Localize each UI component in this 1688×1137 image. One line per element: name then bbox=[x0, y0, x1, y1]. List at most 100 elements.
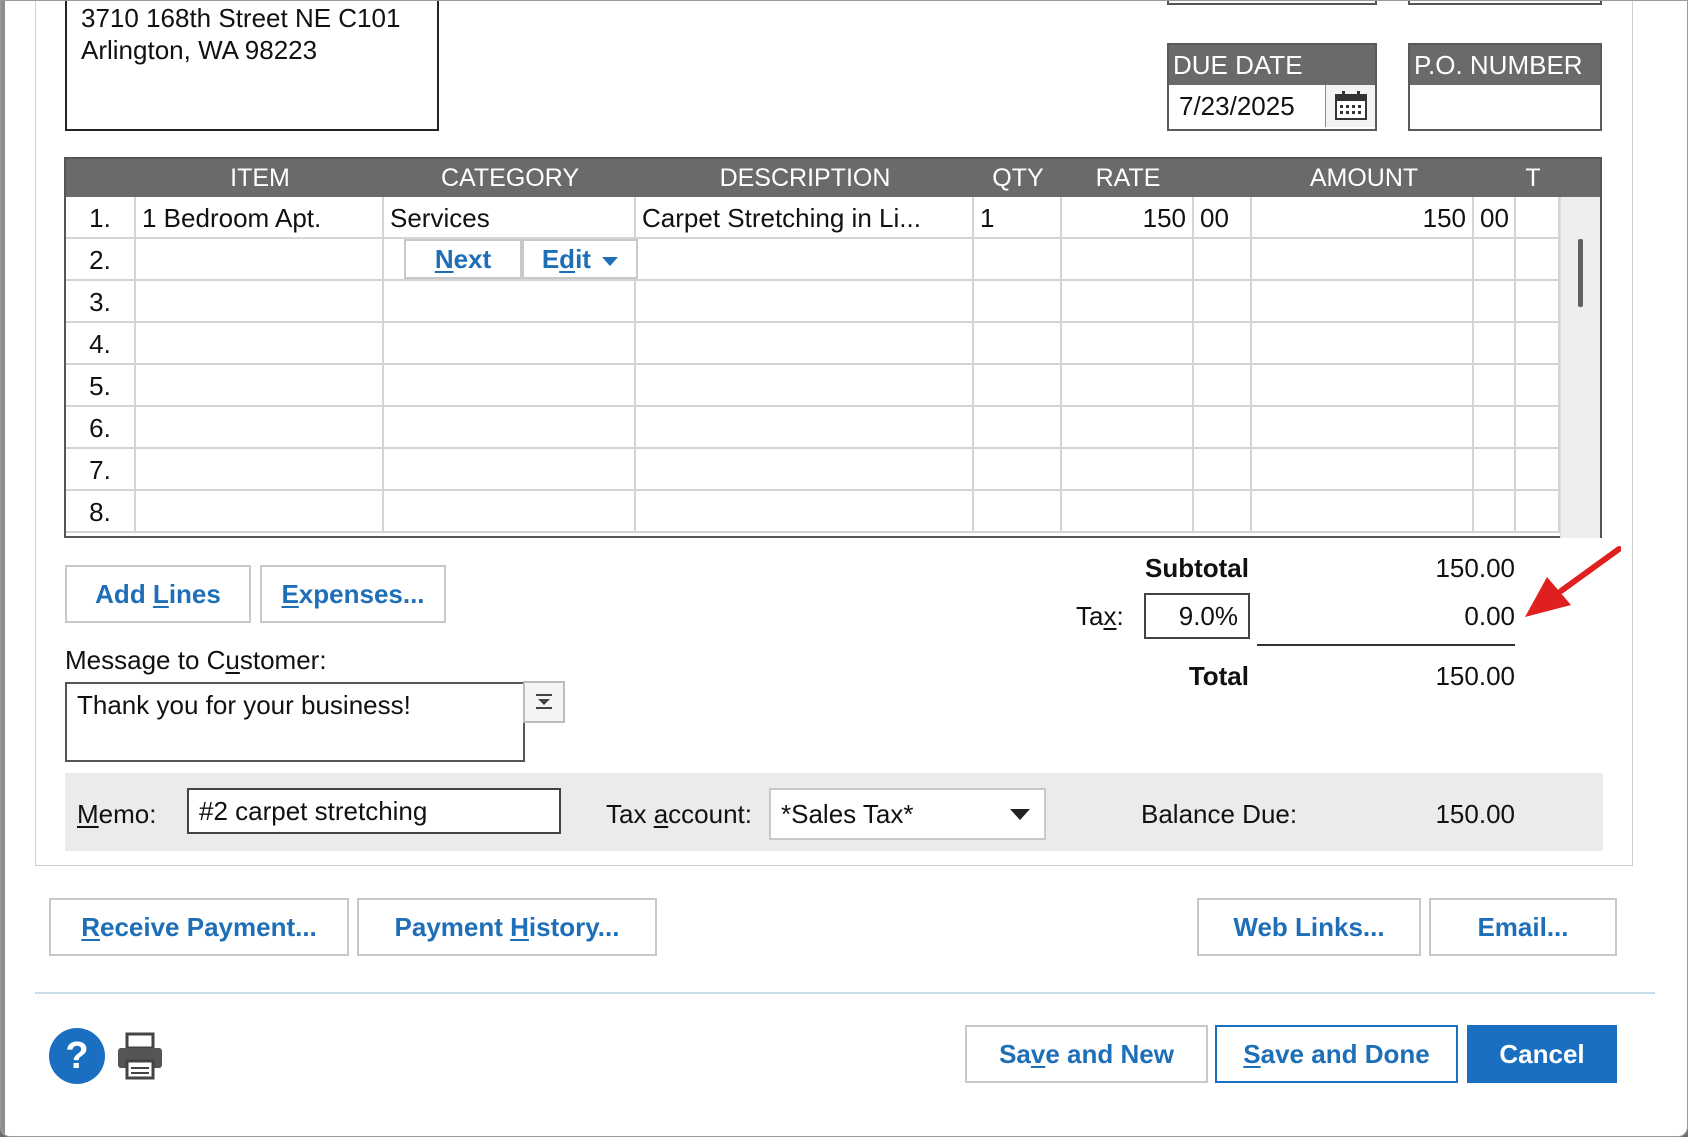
cell-category[interactable]: Services bbox=[384, 197, 636, 237]
cell-category[interactable] bbox=[384, 491, 636, 531]
cell-item[interactable] bbox=[136, 491, 384, 531]
tax-rate-field[interactable]: 9.0% bbox=[1144, 593, 1250, 639]
calendar-icon[interactable] bbox=[1325, 85, 1375, 127]
cell-description[interactable] bbox=[636, 323, 974, 363]
cell-description[interactable]: Carpet Stretching in Li... bbox=[636, 197, 974, 237]
save-and-new-button[interactable]: Save and New bbox=[965, 1025, 1208, 1083]
cell-description[interactable] bbox=[636, 407, 974, 447]
cell-qty[interactable] bbox=[974, 365, 1062, 405]
invoice-number-field-stub[interactable] bbox=[1408, 1, 1602, 5]
table-row[interactable]: 7. bbox=[66, 449, 1560, 491]
cell-amount-cents[interactable] bbox=[1474, 281, 1516, 321]
cell-category[interactable] bbox=[384, 365, 636, 405]
add-lines-button[interactable]: Add Lines bbox=[65, 565, 251, 623]
table-row[interactable]: 6. bbox=[66, 407, 1560, 449]
table-row[interactable]: 8. bbox=[66, 491, 1560, 533]
cell-qty[interactable] bbox=[974, 281, 1062, 321]
table-row[interactable]: 5. bbox=[66, 365, 1560, 407]
po-number-input[interactable] bbox=[1410, 85, 1600, 127]
cell-category[interactable] bbox=[384, 323, 636, 363]
email-button[interactable]: Email... bbox=[1429, 898, 1617, 956]
cell-qty[interactable] bbox=[974, 491, 1062, 531]
cell-qty[interactable] bbox=[974, 323, 1062, 363]
cell-amount-cents[interactable] bbox=[1474, 323, 1516, 363]
cell-tax[interactable] bbox=[1516, 407, 1560, 447]
table-row[interactable]: 4. bbox=[66, 323, 1560, 365]
cell-qty[interactable]: 1 bbox=[974, 197, 1062, 237]
cell-rate[interactable] bbox=[1062, 449, 1194, 489]
cell-rate[interactable] bbox=[1062, 365, 1194, 405]
printer-icon[interactable] bbox=[115, 1031, 165, 1081]
cell-rate-cents[interactable] bbox=[1194, 365, 1252, 405]
cell-item[interactable] bbox=[136, 323, 384, 363]
cell-qty[interactable] bbox=[974, 449, 1062, 489]
cell-amount-cents[interactable] bbox=[1474, 407, 1516, 447]
table-row[interactable]: 1. 1 Bedroom Apt. Services Carpet Stretchin… bbox=[66, 197, 1560, 239]
cell-rate[interactable] bbox=[1062, 239, 1194, 279]
cell-item[interactable] bbox=[136, 239, 384, 279]
cell-description[interactable] bbox=[636, 281, 974, 321]
cell-tax[interactable] bbox=[1516, 239, 1560, 279]
expenses-button[interactable]: Expenses... bbox=[260, 565, 446, 623]
cell-description[interactable] bbox=[636, 449, 974, 489]
help-icon[interactable]: ? bbox=[49, 1028, 105, 1084]
grid-scrollbar-thumb[interactable] bbox=[1578, 239, 1583, 307]
cell-rate[interactable] bbox=[1062, 323, 1194, 363]
cell-rate[interactable] bbox=[1062, 491, 1194, 531]
payment-history-button[interactable]: Payment History... bbox=[357, 898, 657, 956]
cell-amount-cents[interactable] bbox=[1474, 449, 1516, 489]
cell-item[interactable] bbox=[136, 281, 384, 321]
tax-account-select[interactable]: *Sales Tax* bbox=[769, 788, 1046, 840]
message-to-customer-input[interactable]: Thank you for your business! bbox=[65, 682, 525, 762]
cell-amount[interactable] bbox=[1252, 365, 1474, 405]
cell-amount-cents[interactable] bbox=[1474, 239, 1516, 279]
message-dropdown-icon[interactable] bbox=[523, 681, 565, 723]
cell-rate[interactable] bbox=[1062, 407, 1194, 447]
table-row[interactable]: 2. Next Edit bbox=[66, 239, 1560, 281]
cell-tax[interactable] bbox=[1516, 323, 1560, 363]
cell-amount-cents[interactable] bbox=[1474, 365, 1516, 405]
cell-amount[interactable] bbox=[1252, 239, 1474, 279]
cell-rate[interactable]: 150 bbox=[1062, 197, 1194, 237]
table-row[interactable]: 3. bbox=[66, 281, 1560, 323]
save-and-done-button[interactable]: Save and Done bbox=[1215, 1025, 1458, 1083]
cell-item[interactable] bbox=[136, 449, 384, 489]
cell-amount[interactable] bbox=[1252, 491, 1474, 531]
cell-amount[interactable] bbox=[1252, 281, 1474, 321]
cell-item[interactable] bbox=[136, 365, 384, 405]
cell-category[interactable] bbox=[384, 407, 636, 447]
cell-tax[interactable] bbox=[1516, 449, 1560, 489]
date-field-stub[interactable] bbox=[1167, 1, 1377, 5]
cell-qty[interactable] bbox=[974, 239, 1062, 279]
grid-scrollbar[interactable] bbox=[1560, 197, 1600, 538]
memo-input[interactable]: #2 carpet stretching bbox=[187, 788, 561, 834]
cell-description[interactable] bbox=[636, 365, 974, 405]
cell-rate-cents[interactable]: 00 bbox=[1194, 197, 1252, 237]
inline-edit-button[interactable]: Edit bbox=[522, 239, 638, 279]
due-date-input[interactable]: 7/23/2025 bbox=[1169, 85, 1375, 127]
cell-rate-cents[interactable] bbox=[1194, 449, 1252, 489]
cell-tax[interactable] bbox=[1516, 365, 1560, 405]
web-links-button[interactable]: Web Links... bbox=[1197, 898, 1421, 956]
cell-rate-cents[interactable] bbox=[1194, 491, 1252, 531]
cell-amount-cents[interactable]: 00 bbox=[1474, 197, 1516, 237]
cell-rate[interactable] bbox=[1062, 281, 1194, 321]
cell-item[interactable] bbox=[136, 407, 384, 447]
cell-tax[interactable] bbox=[1516, 491, 1560, 531]
cell-rate-cents[interactable] bbox=[1194, 323, 1252, 363]
cancel-button[interactable]: Cancel bbox=[1467, 1025, 1617, 1083]
cell-category[interactable] bbox=[384, 281, 636, 321]
cell-category[interactable] bbox=[384, 449, 636, 489]
po-number-field[interactable]: P.O. NUMBER bbox=[1408, 43, 1602, 131]
cell-description[interactable] bbox=[636, 239, 974, 279]
cell-qty[interactable] bbox=[974, 407, 1062, 447]
cell-rate-cents[interactable] bbox=[1194, 407, 1252, 447]
receive-payment-button[interactable]: Receive Payment... bbox=[49, 898, 349, 956]
cell-amount[interactable] bbox=[1252, 449, 1474, 489]
cell-item[interactable]: 1 Bedroom Apt. bbox=[136, 197, 384, 237]
bill-to-address-box[interactable]: 3710 168th Street NE C101 Arlington, WA … bbox=[65, 1, 439, 131]
cell-tax[interactable] bbox=[1516, 281, 1560, 321]
cell-rate-cents[interactable] bbox=[1194, 281, 1252, 321]
inline-next-button[interactable]: Next bbox=[404, 239, 522, 279]
cell-amount[interactable]: 150 bbox=[1252, 197, 1474, 237]
